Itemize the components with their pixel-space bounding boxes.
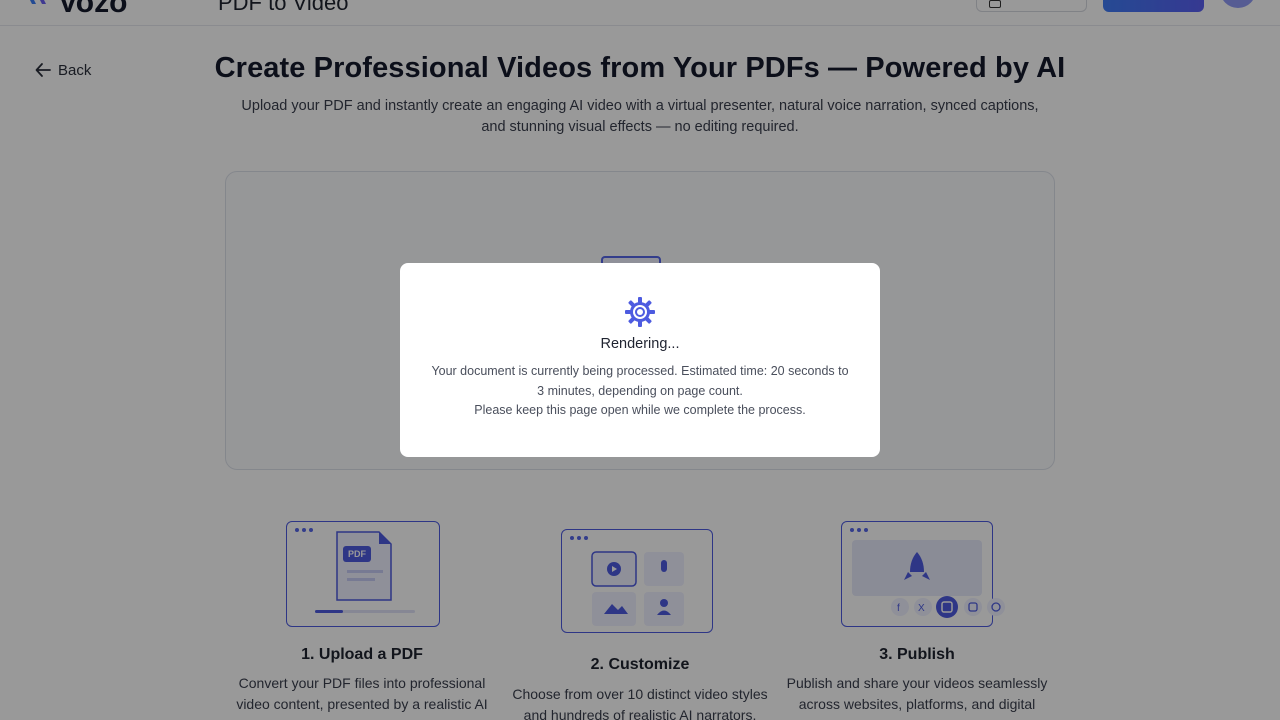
gear-icon [625, 297, 655, 327]
dialog-title: Rendering... [600, 336, 680, 352]
dialog-message-line2: Please keep this page open while we comp… [474, 403, 806, 417]
dialog-message-line1: Your document is currently being process… [431, 364, 849, 398]
dialog-message: Your document is currently being process… [430, 362, 850, 421]
rendering-dialog [400, 263, 880, 457]
